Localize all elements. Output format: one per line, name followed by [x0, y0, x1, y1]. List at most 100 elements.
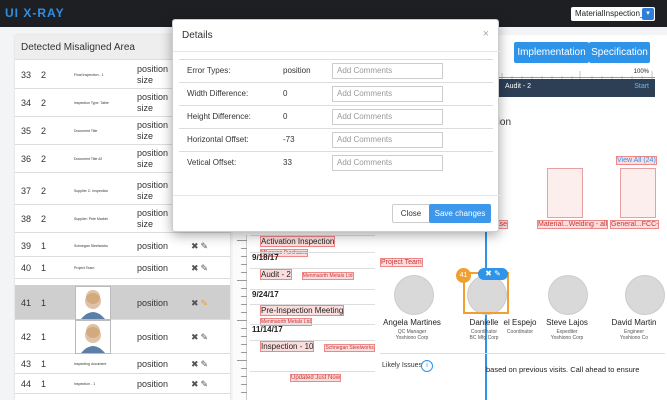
timeline-item[interactable]: 11/14/17: [250, 324, 375, 334]
timeline-item[interactable]: Updated Just Now: [250, 371, 375, 382]
document-select[interactable]: MaterialInspection_30 ▾: [571, 7, 655, 21]
pencil-icon[interactable]: ✎: [494, 269, 501, 278]
ruler-tick: [241, 296, 247, 297]
error-type: size: [137, 191, 154, 201]
pencil-icon[interactable]: ✎: [201, 298, 211, 308]
comment-input[interactable]: Add Comments: [332, 109, 443, 125]
detail-value: position: [283, 66, 311, 75]
person-name: David Martin: [611, 318, 657, 327]
timeline-item[interactable]: Pre-Inspection MeetingMenmaorth Metals L…: [250, 304, 375, 326]
row-count: 1: [41, 241, 47, 251]
close-button[interactable]: Close: [392, 204, 430, 223]
close-icon[interactable]: ✖: [191, 332, 201, 342]
table-row[interactable]: 39 1 Schnegan Steelworks position ✖✎: [15, 235, 230, 257]
error-type: position: [137, 120, 169, 130]
document-card[interactable]: [620, 168, 656, 218]
divider: [173, 51, 500, 52]
error-type: size: [137, 75, 154, 85]
row-error-types: position: [137, 298, 168, 309]
error-type: position: [137, 64, 169, 74]
ruler-tick: [241, 288, 247, 289]
view-all-link[interactable]: View All (24): [616, 156, 657, 165]
timeline-item[interactable]: 9/24/17: [250, 289, 375, 299]
comment-input[interactable]: Add Comments: [332, 63, 443, 79]
timeline-item[interactable]: 9/18/17: [250, 252, 375, 262]
person-company: Yoshiono Corp: [395, 335, 429, 341]
modal-title: Details: [182, 30, 213, 41]
detail-value: 0: [283, 89, 288, 98]
close-icon[interactable]: ✖: [191, 379, 201, 389]
table-row[interactable]: 44 1 Inspection - 1 position ✖✎: [15, 374, 230, 394]
table-row[interactable]: 41 1 position ✖✎: [15, 285, 230, 320]
ruler-tick: [237, 360, 247, 361]
person-name: Steve Lajos: [546, 318, 588, 327]
table-row[interactable]: 42 1 position ✖✎: [15, 320, 230, 354]
error-type: position: [137, 359, 169, 369]
timeline-subtitle: Menmaorth Metals Ltd: [301, 272, 354, 280]
row-id: 39: [21, 241, 32, 251]
comment-input[interactable]: Add Comments: [332, 132, 443, 148]
edit-toolbar[interactable]: ✖ ✎: [478, 268, 508, 280]
pencil-icon[interactable]: ✎: [201, 263, 211, 273]
row-error-types: position size: [137, 92, 168, 114]
tab-specification[interactable]: Specification: [589, 42, 650, 63]
error-type: position: [137, 148, 169, 158]
document-card[interactable]: [547, 168, 583, 218]
timeline-item[interactable]: Audit - 2 Menmaorth Metals Ltd: [250, 268, 375, 280]
row-count: 1: [41, 359, 47, 369]
ruler-tick: [241, 264, 247, 265]
detail-value: 0: [283, 112, 288, 121]
timeline-item[interactable]: Inspection - 10 Schnegan Steelworks: [250, 340, 375, 352]
pencil-icon[interactable]: ✎: [201, 241, 211, 251]
detail-label: Width Difference:: [187, 89, 249, 98]
avatar: [548, 275, 588, 315]
detail-label: Vetical Offset:: [187, 158, 237, 167]
avatar: [75, 320, 111, 354]
row-element-label: Project Team: [74, 266, 95, 270]
row-id: 35: [21, 126, 32, 136]
save-changes-button[interactable]: Save changes: [429, 204, 491, 223]
error-type: size: [137, 219, 154, 229]
pencil-icon[interactable]: ✎: [201, 379, 211, 389]
row-count: 2: [41, 154, 47, 164]
timeline-title: Inspection - 10: [260, 341, 315, 352]
ruler-tick: [241, 392, 247, 393]
error-type: position: [137, 241, 169, 251]
pencil-icon[interactable]: ✎: [201, 332, 211, 342]
close-icon[interactable]: ✖: [485, 269, 492, 278]
table-row[interactable]: 40 1 Project Team position ✖✎: [15, 257, 230, 279]
row-error-types: position size: [137, 208, 168, 230]
audit-label: Audit - 2: [505, 83, 532, 90]
card-label: General...FCC-: [610, 220, 660, 229]
info-icon[interactable]: i: [421, 360, 433, 372]
table-row[interactable]: 43 1 Inspecting document position ✖✎: [15, 354, 230, 374]
row-id: 34: [21, 98, 32, 108]
comment-input[interactable]: Add Comments: [332, 86, 443, 102]
row-id: 44: [21, 379, 32, 389]
timeline-title: Pre-Inspection Meeting: [260, 305, 345, 316]
ruler-tick: [237, 320, 247, 321]
detail-row: Height Difference: 0 Add Comments: [179, 105, 493, 128]
timeline-date: 9/18/17: [252, 253, 279, 262]
tab-implementation[interactable]: Implementation: [514, 42, 589, 63]
row-element-label: Document Title #2: [74, 157, 103, 161]
close-icon[interactable]: ✖: [191, 241, 201, 251]
row-element-label: Document Title: [74, 129, 98, 133]
likely-issues-label: Likely Issues: [382, 362, 423, 369]
comment-input[interactable]: Add Comments: [332, 155, 443, 171]
close-icon[interactable]: ×: [483, 28, 489, 40]
detail-label: Horizontal Offset:: [187, 135, 249, 144]
close-icon[interactable]: ✖: [191, 263, 201, 273]
card-label: Material...Welding - all: [537, 220, 609, 229]
close-icon[interactable]: ✖: [191, 298, 201, 308]
vertical-ruler: [233, 235, 247, 400]
row-element-label: Supplier: Pete Market: [74, 217, 108, 221]
close-icon[interactable]: ✖: [191, 359, 201, 369]
row-id: 38: [21, 214, 32, 224]
horizontal-ruler: [480, 66, 655, 79]
pencil-icon[interactable]: ✎: [201, 359, 211, 369]
ruler-tick: [237, 280, 247, 281]
error-type: position: [137, 298, 169, 308]
start-link[interactable]: Start: [634, 83, 649, 90]
row-actions: ✖✎: [191, 298, 210, 309]
